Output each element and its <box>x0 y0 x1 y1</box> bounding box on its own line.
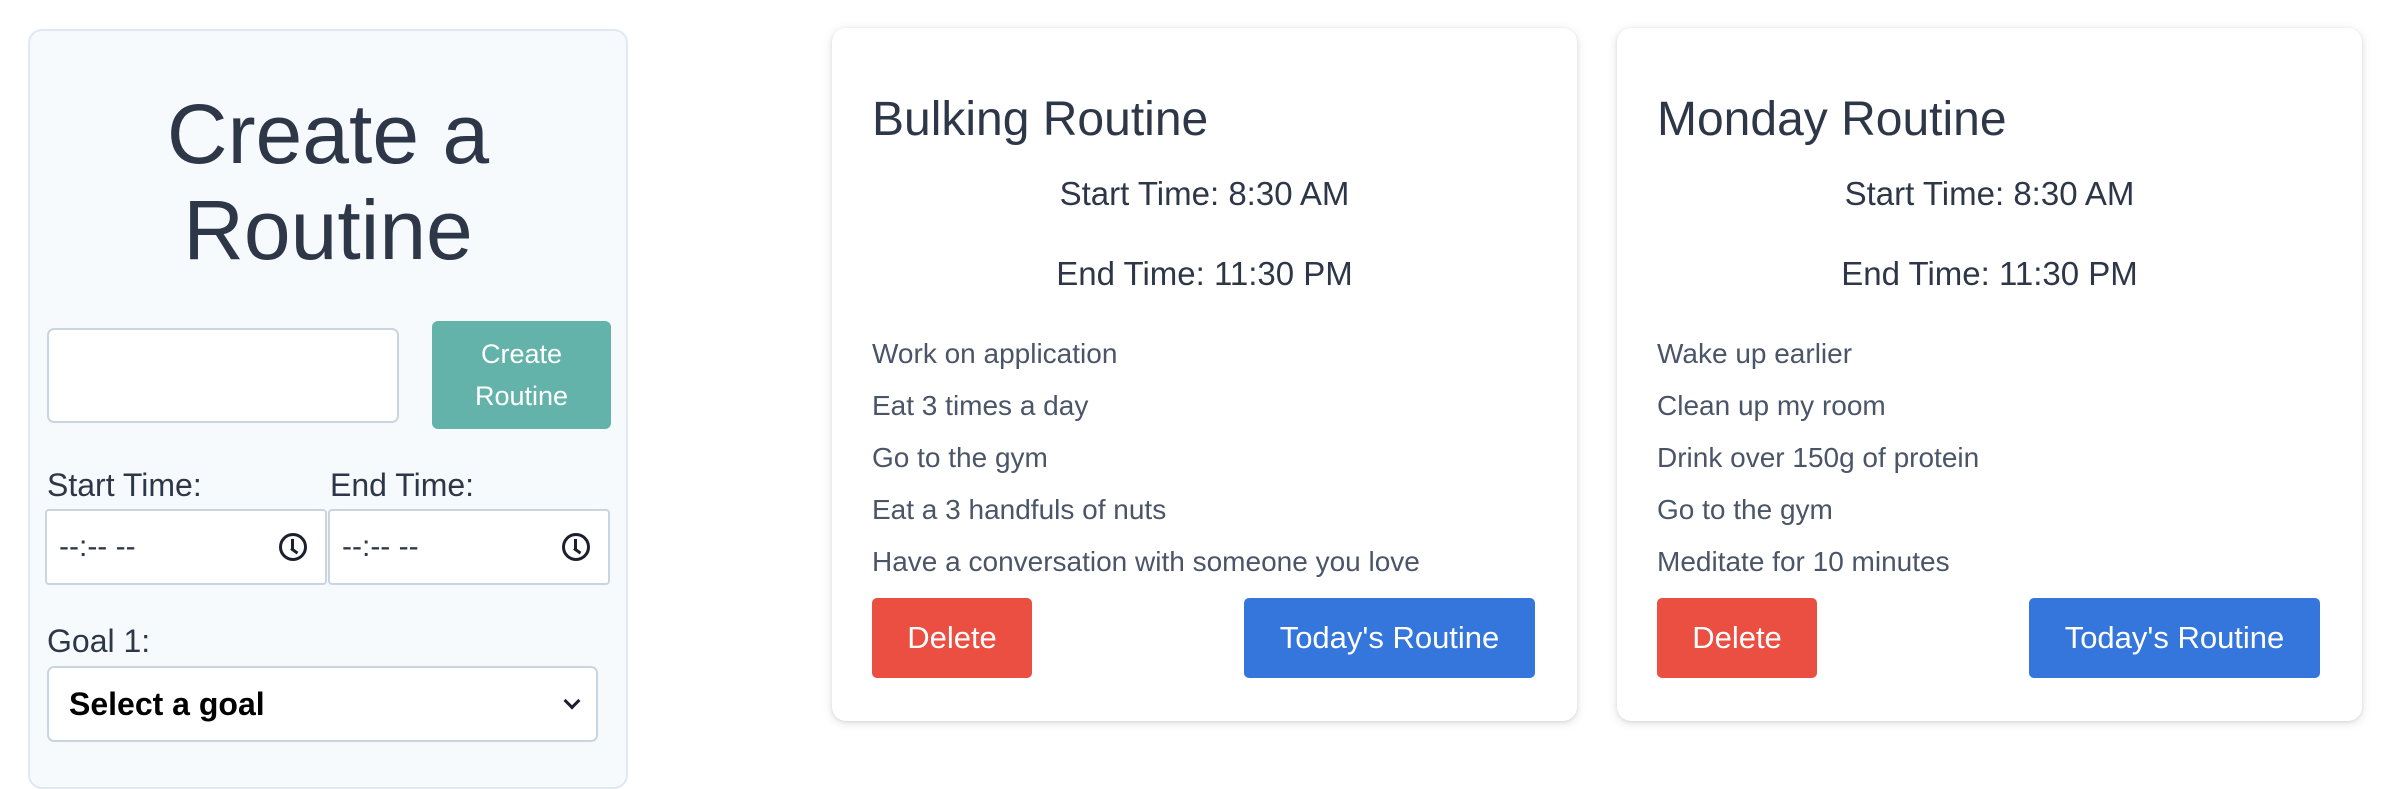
routine-goal-item: Work on application <box>872 338 1118 369</box>
routine-title: Monday Routine <box>1657 93 2007 146</box>
start-time-value: --:-- -- <box>59 530 136 563</box>
start-time-input[interactable]: --:-- -- <box>45 509 327 585</box>
goal-1-label: Goal 1: <box>47 623 151 659</box>
start-time-label: Start Time: <box>47 467 202 503</box>
routine-goal-list: Wake up earlier Clean up my room Drink o… <box>1657 328 1979 588</box>
end-time-label: End Time: <box>330 467 475 503</box>
delete-routine-button[interactable]: Delete <box>1657 598 1817 678</box>
routine-title: Bulking Routine <box>872 93 1209 146</box>
create-routine-panel: Create a Routine Create Routine Start Ti… <box>28 29 628 789</box>
clock-icon[interactable] <box>279 533 307 561</box>
chevron-down-icon <box>563 692 581 710</box>
routine-goal-item: Go to the gym <box>1657 494 1833 525</box>
todays-routine-button[interactable]: Today's Routine <box>2029 598 2320 678</box>
end-time-value: --:-- -- <box>342 530 419 563</box>
routine-start-time: Start Time: 8:30 AM <box>1844 175 2135 212</box>
routine-goal-item: Have a conversation with someone you lov… <box>872 546 1420 577</box>
routine-end-time: End Time: 11:30 PM <box>1056 255 1353 292</box>
routine-goal-item: Clean up my room <box>1657 390 1886 421</box>
goal-1-select[interactable]: Select a goal <box>47 666 598 742</box>
clock-icon[interactable] <box>562 533 590 561</box>
create-routine-button[interactable]: Create Routine <box>432 321 611 429</box>
routine-card: Bulking Routine Start Time: 8:30 AM End … <box>832 28 1577 721</box>
end-time-input[interactable]: --:-- -- <box>328 509 610 585</box>
routine-goal-item: Wake up earlier <box>1657 338 1853 369</box>
routine-goal-item: Drink over 150g of protein <box>1657 442 1980 473</box>
routine-name-input[interactable] <box>47 328 399 423</box>
goal-1-select-value: Select a goal <box>69 685 265 722</box>
routine-start-time: Start Time: 8:30 AM <box>1059 175 1350 212</box>
routine-end-time: End Time: 11:30 PM <box>1841 255 2138 292</box>
delete-routine-button[interactable]: Delete <box>872 598 1032 678</box>
routine-goal-list: Work on application Eat 3 times a day Go… <box>872 328 1420 588</box>
routine-goal-item: Eat 3 times a day <box>872 390 1089 421</box>
routine-goal-item: Go to the gym <box>872 442 1048 473</box>
todays-routine-button[interactable]: Today's Routine <box>1244 598 1535 678</box>
routine-goal-item: Meditate for 10 minutes <box>1657 546 1950 577</box>
routine-card: Monday Routine Start Time: 8:30 AM End T… <box>1617 28 2362 721</box>
create-routine-title: Create a Routine <box>166 87 490 277</box>
routine-goal-item: Eat a 3 handfuls of nuts <box>872 494 1167 525</box>
